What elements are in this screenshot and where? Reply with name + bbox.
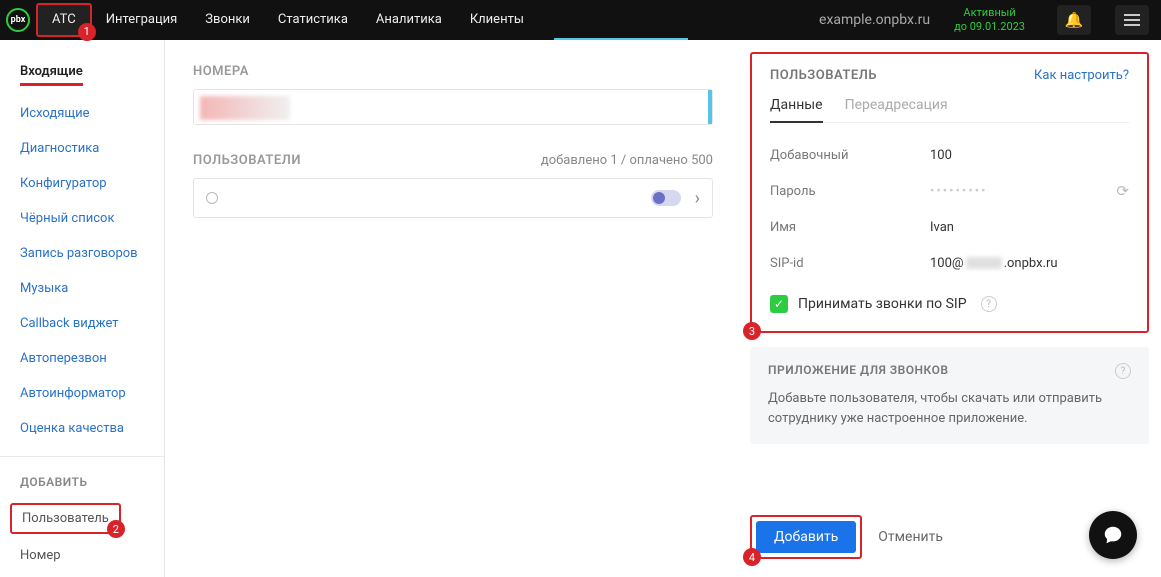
numbers-heading: НОМЕРА: [193, 64, 713, 79]
badge-1: 1: [78, 23, 96, 41]
sipid-label: SIP-id: [770, 256, 930, 271]
tab-data[interactable]: Данные: [770, 97, 823, 123]
right-panel: 3 ПОЛЬЗОВАТЕЛЬ Как настроить? Данные Пер…: [741, 40, 1161, 577]
panel-tabs: Данные Переадресация: [770, 97, 1129, 123]
account-status: Активный до 09.01.2023: [954, 6, 1025, 35]
nav-calls[interactable]: Звонки: [191, 0, 264, 40]
sidebar-add-heading: ДОБАВИТЬ: [0, 475, 164, 489]
badge-4: 4: [743, 548, 761, 566]
nav-stats[interactable]: Статистика: [264, 0, 362, 40]
help-icon[interactable]: ?: [1115, 363, 1131, 379]
status-active: Активный: [954, 6, 1025, 20]
header-right: example.onpbx.ru Активный до 09.01.2023 …: [819, 5, 1161, 35]
password-label: Пароль: [770, 184, 930, 199]
password-value[interactable]: •••••••••: [930, 184, 1116, 199]
nav-label: АТС: [52, 12, 76, 27]
add-button[interactable]: Добавить: [756, 521, 856, 553]
sip-checkbox-label: Принимать звонки по SIP: [798, 296, 967, 312]
sidebar-item-outgoing[interactable]: Исходящие: [20, 106, 144, 121]
chevron-right-icon: ›: [695, 188, 700, 209]
bell-icon: 🔔: [1065, 11, 1084, 29]
extension-value[interactable]: 100: [930, 148, 1129, 163]
user-toggle[interactable]: [651, 190, 681, 206]
app-download-block: ПРИЛОЖЕНИЕ ДЛЯ ЗВОНКОВ ? Добавьте пользо…: [750, 347, 1149, 444]
chat-fab[interactable]: [1089, 511, 1137, 559]
logo-icon: pbx: [6, 8, 30, 32]
app-block-title: ПРИЛОЖЕНИЕ ДЛЯ ЗВОНКОВ: [768, 363, 948, 379]
notifications-button[interactable]: 🔔: [1057, 5, 1091, 35]
help-icon[interactable]: ?: [981, 296, 997, 312]
hamburger-icon: [1124, 19, 1140, 21]
radio-icon: [206, 192, 218, 204]
sidebar: Входящие Исходящие Диагностика Конфигура…: [0, 40, 165, 577]
number-masked: [200, 96, 290, 120]
sip-prefix: 100@: [930, 256, 964, 271]
sidebar-item-autoinform[interactable]: Автоинформатор: [20, 386, 144, 401]
panel-title: ПОЛЬЗОВАТЕЛЬ: [770, 68, 877, 83]
sidebar-add-user-label: Пользователь: [22, 511, 109, 526]
nav-integration[interactable]: Интеграция: [92, 0, 192, 40]
add-button-highlight: 4 Добавить: [750, 515, 862, 559]
sidebar-item-quality[interactable]: Оценка качества: [20, 421, 144, 436]
sidebar-divider: [0, 456, 164, 457]
sip-checkbox-row[interactable]: ✓ Принимать звонки по SIP ?: [770, 295, 1129, 313]
number-row[interactable]: [193, 89, 713, 125]
badge-2: 2: [107, 520, 125, 538]
nav-clients[interactable]: Клиенты: [456, 0, 538, 40]
extension-label: Добавочный: [770, 148, 930, 163]
checkbox-checked-icon[interactable]: ✓: [770, 295, 788, 313]
sidebar-item-callback[interactable]: Callback виджет: [20, 316, 144, 331]
field-extension: Добавочный 100: [770, 137, 1129, 173]
sidebar-item-configurator[interactable]: Конфигуратор: [20, 176, 144, 191]
app-block-text: Добавьте пользователя, чтобы скачать или…: [768, 389, 1131, 428]
tab-forwarding[interactable]: Переадресация: [845, 97, 948, 122]
regenerate-icon[interactable]: ⟳: [1116, 182, 1129, 200]
users-count-info: добавлено 1 / оплачено 500: [541, 153, 713, 168]
chat-icon: [1102, 524, 1124, 546]
sip-suffix: .onpbx.ru: [1004, 256, 1058, 271]
status-expiry: до 09.01.2023: [954, 20, 1025, 34]
user-row[interactable]: ›: [193, 178, 713, 218]
sidebar-item-diagnostics[interactable]: Диагностика: [20, 141, 144, 156]
sidebar-item-blacklist[interactable]: Чёрный список: [20, 211, 144, 226]
sip-masked: [966, 257, 1002, 269]
help-link[interactable]: Как настроить?: [1034, 68, 1129, 83]
domain-label: example.onpbx.ru: [819, 12, 930, 28]
main-content: НОМЕРА ПОЛЬЗОВАТЕЛИ добавлено 1 / оплаче…: [165, 40, 741, 577]
nav-analytics[interactable]: Аналитика: [362, 0, 456, 40]
field-sipid: SIP-id 100@ .onpbx.ru: [770, 245, 1129, 281]
name-label: Имя: [770, 220, 930, 235]
sidebar-item-music[interactable]: Музыка: [20, 281, 144, 296]
cancel-button[interactable]: Отменить: [878, 529, 943, 545]
logo[interactable]: pbx: [0, 0, 36, 40]
field-name: Имя Ivan: [770, 209, 1129, 245]
users-heading: ПОЛЬЗОВАТЕЛИ: [193, 153, 301, 168]
badge-3: 3: [743, 322, 761, 340]
sidebar-item-incoming[interactable]: Входящие: [20, 64, 83, 86]
main-nav: АТС 1 Интеграция Звонки Статистика Анали…: [36, 0, 538, 40]
menu-button[interactable]: [1115, 5, 1149, 35]
sidebar-item-autocall[interactable]: Автоперезвон: [20, 351, 144, 366]
sidebar-add-user[interactable]: Пользователь 2: [10, 503, 121, 534]
field-password: Пароль ••••••••• ⟳: [770, 173, 1129, 209]
nav-ats[interactable]: АТС 1: [36, 3, 92, 37]
sidebar-item-recording[interactable]: Запись разговоров: [20, 246, 144, 261]
top-header: pbx АТС 1 Интеграция Звонки Статистика А…: [0, 0, 1161, 40]
sidebar-add-number[interactable]: Номер: [0, 548, 164, 563]
sipid-value: 100@ .onpbx.ru: [930, 256, 1129, 271]
name-value[interactable]: Ivan: [930, 220, 1129, 235]
user-form-section: 3 ПОЛЬЗОВАТЕЛЬ Как настроить? Данные Пер…: [750, 52, 1149, 333]
